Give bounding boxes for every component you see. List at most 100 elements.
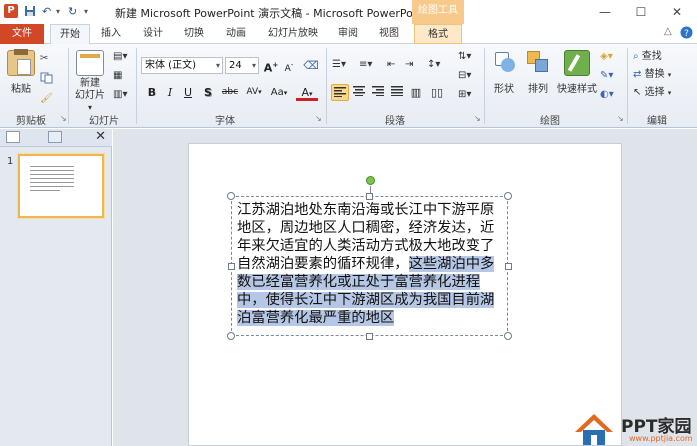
clipboard-launcher-icon[interactable]: ↘	[60, 114, 67, 123]
align-right-icon	[372, 86, 384, 96]
align-text-icon[interactable]: ⊟▾	[458, 69, 471, 83]
reset-icon[interactable]: ▦	[113, 69, 122, 83]
align-left-icon	[334, 87, 346, 97]
tab-format[interactable]: 格式	[414, 24, 462, 44]
tab-view[interactable]: 视图	[372, 24, 406, 44]
quick-styles-button[interactable]: 快速样式	[555, 50, 599, 95]
shapes-button[interactable]: 形状	[490, 50, 518, 95]
collapse-ribbon-icon[interactable]: △	[664, 26, 672, 37]
tab-insert[interactable]: 插入	[94, 24, 128, 44]
slide-canvas[interactable]: 江苏湖泊地处东南沿海或长江中下游平原地区，周边地区人口稠密，经济发达，近年来欠适…	[188, 143, 622, 446]
customize-toolbar-icon[interactable]: ▾	[84, 7, 88, 16]
character-spacing-button[interactable]: AV▾	[243, 84, 265, 101]
paste-icon	[7, 49, 35, 76]
bold-button[interactable]: B	[143, 84, 161, 101]
justify-button[interactable]	[388, 84, 406, 101]
cut-icon[interactable]: ✂	[40, 52, 48, 66]
new-slide-button[interactable]: 新建 幻灯片 ▾	[72, 50, 108, 114]
maximize-button[interactable]: ☐	[626, 3, 656, 21]
text-shadow-button[interactable]: S	[199, 84, 217, 101]
tab-slideshow[interactable]: 幻灯片放映	[262, 24, 324, 44]
rotate-handle[interactable]	[366, 176, 375, 185]
clipboard-group-label: 剪贴板	[16, 116, 46, 127]
align-left-button[interactable]	[331, 84, 349, 101]
watermark-url: www.pptjia.com	[629, 434, 693, 443]
resize-handle-se[interactable]	[504, 332, 512, 340]
font-name-combo[interactable]: 宋体 (正文) ▾	[141, 57, 223, 74]
align-center-button[interactable]	[350, 84, 368, 101]
resize-handle-ne[interactable]	[504, 192, 512, 200]
strikethrough-button[interactable]: abc	[219, 84, 241, 101]
decrease-indent-icon[interactable]: ⇤	[387, 58, 395, 72]
resize-handle-n[interactable]	[366, 193, 373, 200]
select-button[interactable]: ↖ 选择 ▾	[633, 86, 671, 100]
text-placeholder[interactable]: 江苏湖泊地处东南沿海或长江中下游平原地区，周边地区人口稠密，经济发达，近年来欠适…	[231, 196, 508, 336]
font-group-label: 字体	[215, 116, 235, 127]
paragraph-launcher-icon[interactable]: ↘	[474, 114, 481, 123]
shape-effects-icon[interactable]: ◐▾	[600, 88, 614, 102]
bullets-icon[interactable]: ☰▾	[332, 58, 346, 72]
align-right-button[interactable]	[369, 84, 387, 101]
tab-design[interactable]: 设计	[136, 24, 170, 44]
shape-fill-icon[interactable]: ◈▾	[600, 50, 613, 64]
drawing-launcher-icon[interactable]: ↘	[617, 114, 624, 123]
paste-button[interactable]: 粘贴	[6, 49, 36, 95]
change-case-button[interactable]: Aa▾	[268, 84, 290, 101]
copy-icon[interactable]	[40, 72, 54, 89]
font-size-combo[interactable]: 24 ▾	[225, 57, 259, 74]
italic-button[interactable]: I	[161, 84, 179, 101]
slide-thumbnail-pane: ✕ 1	[0, 129, 112, 446]
undo-icon[interactable]: ↶	[42, 5, 51, 18]
outline-tab-icon[interactable]	[48, 131, 62, 143]
redo-icon[interactable]: ↻	[68, 5, 77, 18]
tab-review[interactable]: 审阅	[331, 24, 365, 44]
underline-button[interactable]: U	[179, 84, 197, 101]
replace-button[interactable]: ⇄ 替换 ▾	[633, 68, 671, 82]
slide-body-text[interactable]: 江苏湖泊地处东南沿海或长江中下游平原地区，周边地区人口稠密，经济发达，近年来欠适…	[237, 201, 505, 327]
divider	[484, 48, 485, 124]
tab-file[interactable]: 文件	[0, 24, 44, 44]
help-icon[interactable]: ?	[680, 26, 693, 42]
arrange-icon	[526, 50, 550, 74]
new-slide-icon	[76, 50, 104, 76]
layout-icon[interactable]: ▤▾	[113, 50, 127, 64]
font-name-value: 宋体 (正文)	[145, 60, 196, 71]
drawing-group-label: 绘图	[540, 116, 560, 127]
tab-transitions[interactable]: 切换	[177, 24, 211, 44]
columns-icon[interactable]: ▯▯	[428, 84, 446, 101]
resize-handle-nw[interactable]	[227, 192, 235, 200]
font-launcher-icon[interactable]: ↘	[315, 114, 322, 123]
minimize-button[interactable]: —	[590, 3, 620, 21]
resize-handle-sw[interactable]	[227, 332, 235, 340]
close-pane-icon[interactable]: ✕	[95, 129, 106, 144]
powerpoint-app-icon[interactable]: P	[4, 4, 18, 18]
text-direction-icon[interactable]: ⇅▾	[458, 50, 471, 64]
resize-handle-w[interactable]	[228, 263, 235, 270]
undo-dropdown-icon[interactable]: ▾	[56, 7, 60, 16]
window-title: 新建 Microsoft PowerPoint 演示文稿 - Microsoft…	[115, 7, 428, 20]
shrink-font-button[interactable]: A-	[280, 57, 298, 74]
resize-handle-e[interactable]	[505, 263, 512, 270]
line-spacing-icon[interactable]: ↕▾	[427, 58, 440, 72]
close-button[interactable]: ✕	[662, 3, 692, 21]
watermark-logo: PPT家园 www.pptjia.com	[573, 410, 697, 446]
save-icon[interactable]	[24, 5, 36, 20]
resize-handle-s[interactable]	[366, 333, 373, 340]
convert-to-smartart-icon[interactable]: ⊞▾	[458, 88, 471, 102]
arrange-button[interactable]: 排列	[524, 50, 552, 95]
font-color-button[interactable]: A▾	[296, 84, 318, 101]
tab-animations[interactable]: 动画	[219, 24, 253, 44]
increase-indent-icon[interactable]: ⇥	[405, 58, 413, 72]
slides-tab-icon[interactable]	[6, 131, 20, 143]
clear-formatting-icon[interactable]: ⌫	[302, 57, 320, 74]
find-button[interactable]: ⌕ 查找	[633, 50, 662, 64]
tab-home[interactable]: 开始	[50, 24, 90, 45]
shape-outline-icon[interactable]: ✎▾	[600, 69, 613, 83]
grow-font-button[interactable]: A+	[262, 57, 280, 75]
distributed-button[interactable]: ▥	[407, 84, 425, 101]
slide-thumbnail[interactable]	[18, 154, 104, 218]
numbering-icon[interactable]: ≡▾	[359, 58, 372, 72]
new-slide-label-2: 幻灯片	[75, 90, 105, 101]
format-painter-icon[interactable]: 🖌	[40, 92, 53, 106]
section-icon[interactable]: ▥▾	[113, 88, 127, 102]
